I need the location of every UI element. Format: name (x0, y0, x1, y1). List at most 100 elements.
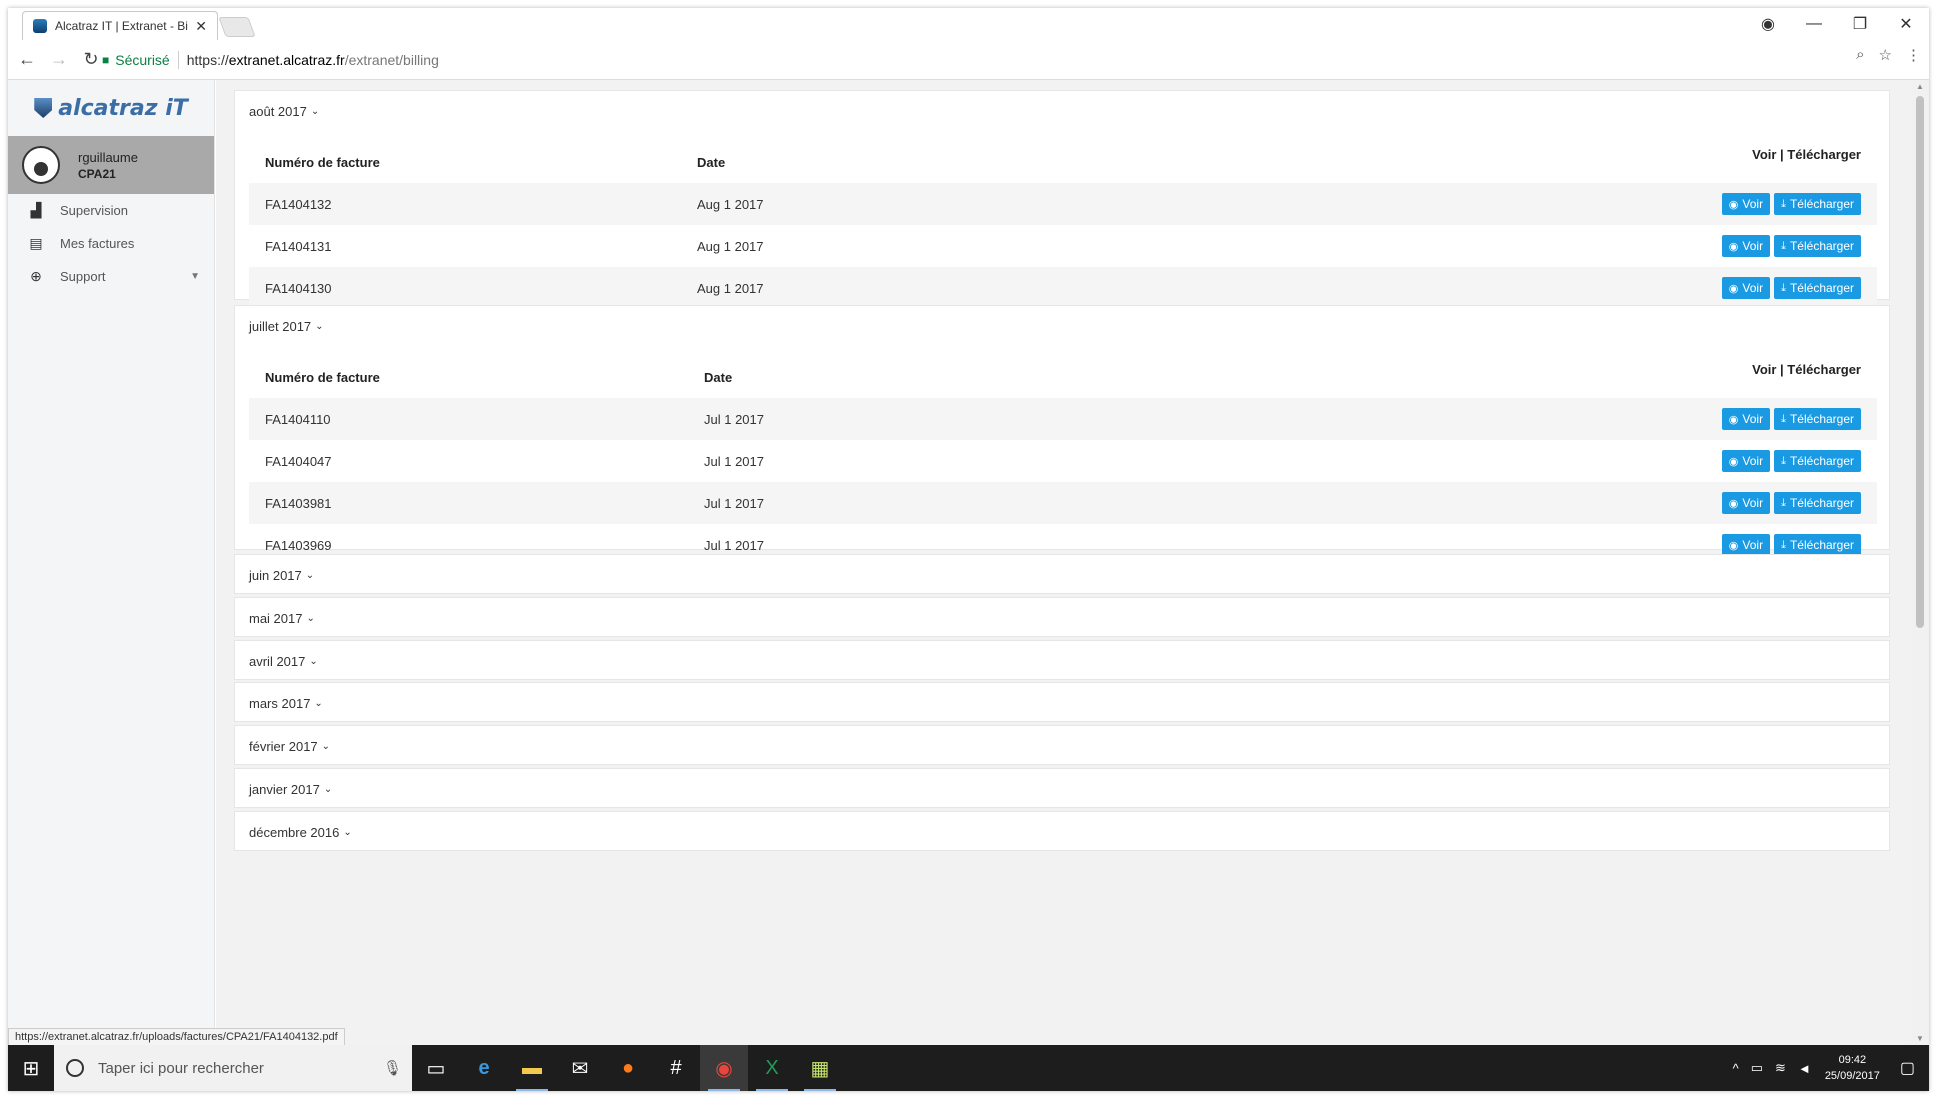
month-toggle[interactable]: décembre 2016 ⌄ (235, 812, 1889, 852)
restore-button[interactable]: ❐ (1837, 8, 1883, 40)
close-window-button[interactable]: ✕ (1883, 8, 1929, 40)
download-button[interactable]: ⤓ Télécharger (1774, 534, 1861, 556)
invoice-date: Jul 1 2017 (704, 453, 764, 469)
view-button[interactable]: ◉ Voir (1721, 408, 1771, 430)
table-row: FA1403981 Jul 1 2017 ◉ Voir ⤓ Télécharger (249, 482, 1877, 524)
chevron-down-icon: ⌄ (314, 697, 323, 709)
view-button[interactable]: ◉ Voir (1721, 450, 1771, 472)
taskbar: ⊞ Taper ici pour rechercher 🎙 ▭ e ▬ ✉ ● … (8, 1045, 1929, 1091)
windows-start-icon[interactable]: ⊞ (8, 1045, 54, 1091)
page-scrollbar[interactable]: ▲ ▼ (1911, 80, 1929, 1045)
profile-icon[interactable]: ◉ (1745, 8, 1791, 40)
bookmark-star-icon[interactable]: ☆ (1879, 46, 1892, 64)
chevron-down-icon: ⌄ (343, 826, 352, 838)
sidebar-item-support[interactable]: ⊕ Support ▼ (8, 260, 214, 293)
brand-logo[interactable]: alcatraz iT (8, 80, 214, 136)
chevron-down-icon: ⌄ (323, 783, 333, 795)
user-name: rguillaume (78, 150, 138, 165)
month-toggle[interactable]: avril 2017 ⌄ (235, 641, 1889, 681)
tray-chevron-icon[interactable]: ^ (1733, 1061, 1739, 1076)
favicon-icon (33, 19, 47, 33)
month-toggle[interactable]: août 2017 ⌄ (235, 91, 1889, 131)
download-icon: ⤓ (1781, 239, 1786, 252)
forward-icon[interactable]: → (46, 49, 72, 70)
invoice-date: Aug 1 2017 (697, 238, 764, 254)
download-button-label: Télécharger (1789, 538, 1854, 552)
month-toggle[interactable]: mai 2017 ⌄ (235, 598, 1889, 638)
scroll-up-icon[interactable]: ▲ (1911, 82, 1929, 91)
close-tab-icon[interactable]: ✕ (195, 18, 207, 35)
zoom-icon[interactable]: ⌕ (1856, 46, 1864, 64)
sidebar-item-label: Supervision (60, 203, 128, 218)
view-button[interactable]: ◉ Voir (1721, 235, 1771, 257)
task-view-icon[interactable]: ▭ (412, 1045, 460, 1091)
download-icon: ⤓ (1781, 281, 1786, 294)
minimize-button[interactable]: — (1791, 8, 1837, 40)
invoice-date: Jul 1 2017 (704, 411, 764, 427)
battery-icon[interactable]: ▭ (1751, 1060, 1763, 1076)
download-button[interactable]: ⤓ Télécharger (1774, 450, 1861, 472)
month-panel: janvier 2017 ⌄ (234, 768, 1890, 808)
chevron-down-icon: ⌄ (305, 569, 315, 581)
firefox-icon[interactable]: ● (604, 1045, 652, 1091)
url-text: https://extranet.alcatraz.fr/extranet/bi… (187, 52, 439, 68)
view-button[interactable]: ◉ Voir (1721, 277, 1771, 299)
excel-icon[interactable]: X (748, 1045, 796, 1091)
download-button[interactable]: ⤓ Télécharger (1774, 235, 1861, 257)
mail-icon[interactable]: ✉ (556, 1045, 604, 1091)
back-icon[interactable]: ← (14, 49, 40, 70)
scroll-down-icon[interactable]: ▼ (1911, 1034, 1929, 1043)
invoice-date: Jul 1 2017 (704, 537, 764, 553)
month-toggle[interactable]: février 2017 ⌄ (235, 726, 1889, 766)
month-toggle[interactable]: janvier 2017 ⌄ (235, 769, 1889, 809)
download-button[interactable]: ⤓ Télécharger (1774, 408, 1861, 430)
month-toggle[interactable]: mars 2017 ⌄ (235, 683, 1889, 723)
invoice-number: FA1404132 (265, 196, 332, 212)
omnibox-actions: ⌕ ☆ ⋮ (1856, 46, 1921, 64)
notepad-icon[interactable]: ▦ (796, 1045, 844, 1091)
reload-icon[interactable]: ↻ (78, 49, 104, 70)
browser-tab[interactable]: Alcatraz IT | Extranet - Bi ✕ (22, 11, 218, 40)
edge-icon[interactable]: e (460, 1045, 508, 1091)
col-date-header: Date (704, 369, 733, 385)
download-button[interactable]: ⤓ Télécharger (1774, 277, 1861, 299)
eye-icon: ◉ (1728, 282, 1739, 295)
taskbar-search[interactable]: Taper ici pour rechercher 🎙 (54, 1045, 412, 1091)
chrome-icon[interactable]: ◉ (700, 1045, 748, 1091)
col-number-header: Numéro de facture (265, 369, 380, 385)
microphone-icon[interactable]: 🎙 (383, 1059, 402, 1077)
area-chart-icon: ▟ (30, 202, 42, 218)
address-bar: ← → ↻ ■ Sécurisé https://extranet.alcatr… (8, 40, 1929, 80)
sidebar: alcatraz iT rguillaume CPA21 ▟ Supervisi… (8, 80, 215, 1045)
chevron-down-icon: ⌄ (321, 740, 331, 752)
view-button[interactable]: ◉ Voir (1721, 193, 1771, 215)
wifi-icon[interactable]: ≋ (1775, 1060, 1786, 1076)
scroll-thumb[interactable] (1916, 96, 1924, 628)
month-label: février 2017 (249, 738, 318, 754)
view-button[interactable]: ◉ Voir (1721, 534, 1771, 556)
month-toggle[interactable]: juillet 2017 ⌄ (235, 306, 1889, 346)
download-button[interactable]: ⤓ Télécharger (1774, 193, 1861, 215)
tab-bar: Alcatraz IT | Extranet - Bi ✕ ◉ — ❐ ✕ (8, 8, 1929, 40)
download-button[interactable]: ⤓ Télécharger (1774, 492, 1861, 514)
sidebar-item-mes-factures[interactable]: ▤ Mes factures (8, 227, 214, 260)
menu-kebab-icon[interactable]: ⋮ (1906, 46, 1921, 64)
slack-icon[interactable]: # (652, 1045, 700, 1091)
view-button-label: Voir (1742, 239, 1764, 253)
clock[interactable]: 09:42 25/09/2017 (1825, 1052, 1880, 1084)
file-explorer-icon[interactable]: ▬ (508, 1045, 556, 1091)
sidebar-item-supervision[interactable]: ▟ Supervision (8, 194, 214, 227)
download-button-label: Télécharger (1789, 412, 1854, 426)
eye-icon: ◉ (1728, 198, 1739, 211)
month-panel: avril 2017 ⌄ (234, 640, 1890, 680)
new-tab-button[interactable] (218, 17, 256, 37)
month-label: janvier 2017 (249, 781, 320, 797)
volume-icon[interactable]: ◄ (1798, 1061, 1811, 1076)
invoice-number: FA1404130 (265, 280, 332, 296)
notification-icon[interactable]: ▢ (1900, 1058, 1915, 1078)
omnibox[interactable]: ■ Sécurisé https://extranet.alcatraz.fr/… (102, 46, 1882, 74)
invoice-number: FA1404047 (265, 453, 332, 469)
month-toggle[interactable]: juin 2017 ⌄ (235, 555, 1889, 595)
download-button-label: Télécharger (1789, 197, 1854, 211)
view-button[interactable]: ◉ Voir (1721, 492, 1771, 514)
